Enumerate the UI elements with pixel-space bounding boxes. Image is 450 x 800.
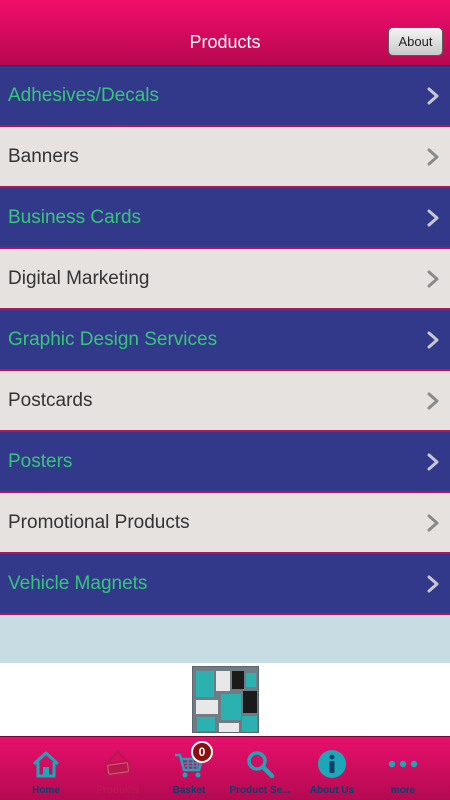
- tab-label: more: [390, 785, 416, 796]
- tab-label: Basket: [172, 785, 206, 796]
- tab-products[interactable]: Products: [82, 737, 154, 800]
- list-item-label: Graphic Design Services: [8, 328, 218, 350]
- list-item-adhesives-decals[interactable]: Adhesives/Decals: [0, 66, 450, 127]
- tab-label: Products: [96, 785, 140, 796]
- list-item-label: Banners: [8, 145, 79, 167]
- nav-bar: Products About: [0, 0, 450, 66]
- info-icon: [318, 750, 346, 778]
- list-item-label: Vehicle Magnets: [8, 572, 148, 594]
- tab-basket[interactable]: 0 Basket: [153, 737, 225, 800]
- list-item-label: Digital Marketing: [8, 267, 150, 289]
- chevron-right-icon: [427, 392, 439, 410]
- list-item-promotional-products[interactable]: Promotional Products: [0, 493, 450, 554]
- list-item-label: Adhesives/Decals: [8, 84, 160, 106]
- list-item-label: Promotional Products: [8, 511, 190, 533]
- open-sign-icon: [104, 750, 132, 778]
- list-item-postcards[interactable]: Postcards: [0, 371, 450, 432]
- chevron-right-icon: [427, 209, 439, 227]
- empty-list-area: [0, 615, 450, 663]
- search-icon: [247, 751, 275, 779]
- ad-banner[interactable]: [0, 663, 450, 736]
- tab-bar: Home Products 0 Basket Product Se... Abo…: [0, 736, 450, 800]
- tab-product-search[interactable]: Product Se...: [224, 737, 296, 800]
- basket-count-badge: 0: [191, 741, 213, 763]
- tab-about-us[interactable]: About Us: [296, 737, 368, 800]
- list-item-digital-marketing[interactable]: Digital Marketing: [0, 249, 450, 310]
- list-item-vehicle-magnets[interactable]: Vehicle Magnets: [0, 554, 450, 615]
- chevron-right-icon: [427, 270, 439, 288]
- list-item-business-cards[interactable]: Business Cards: [0, 188, 450, 249]
- list-item-posters[interactable]: Posters: [0, 432, 450, 493]
- about-button[interactable]: About: [388, 27, 443, 56]
- chevron-right-icon: [427, 575, 439, 593]
- list-item-label: Posters: [8, 450, 73, 472]
- tab-label: About Us: [309, 785, 355, 796]
- home-icon: [32, 751, 60, 778]
- more-icon: [388, 760, 418, 768]
- page-title: Products: [189, 32, 261, 52]
- list-item-label: Business Cards: [8, 206, 142, 228]
- chevron-right-icon: [427, 87, 439, 105]
- chevron-right-icon: [427, 331, 439, 349]
- chevron-right-icon: [427, 453, 439, 471]
- chevron-right-icon: [427, 514, 439, 532]
- tab-label: Home: [32, 785, 60, 796]
- chevron-right-icon: [427, 148, 439, 166]
- tab-label: Product Se...: [229, 785, 291, 796]
- banner-image[interactable]: [192, 666, 259, 733]
- tab-more[interactable]: more: [367, 737, 439, 800]
- list-item-label: Postcards: [8, 389, 93, 411]
- product-list: Adhesives/Decals Banners Business Cards …: [0, 66, 450, 615]
- list-item-banners[interactable]: Banners: [0, 127, 450, 188]
- tab-home[interactable]: Home: [10, 737, 82, 800]
- list-item-graphic-design-services[interactable]: Graphic Design Services: [0, 310, 450, 371]
